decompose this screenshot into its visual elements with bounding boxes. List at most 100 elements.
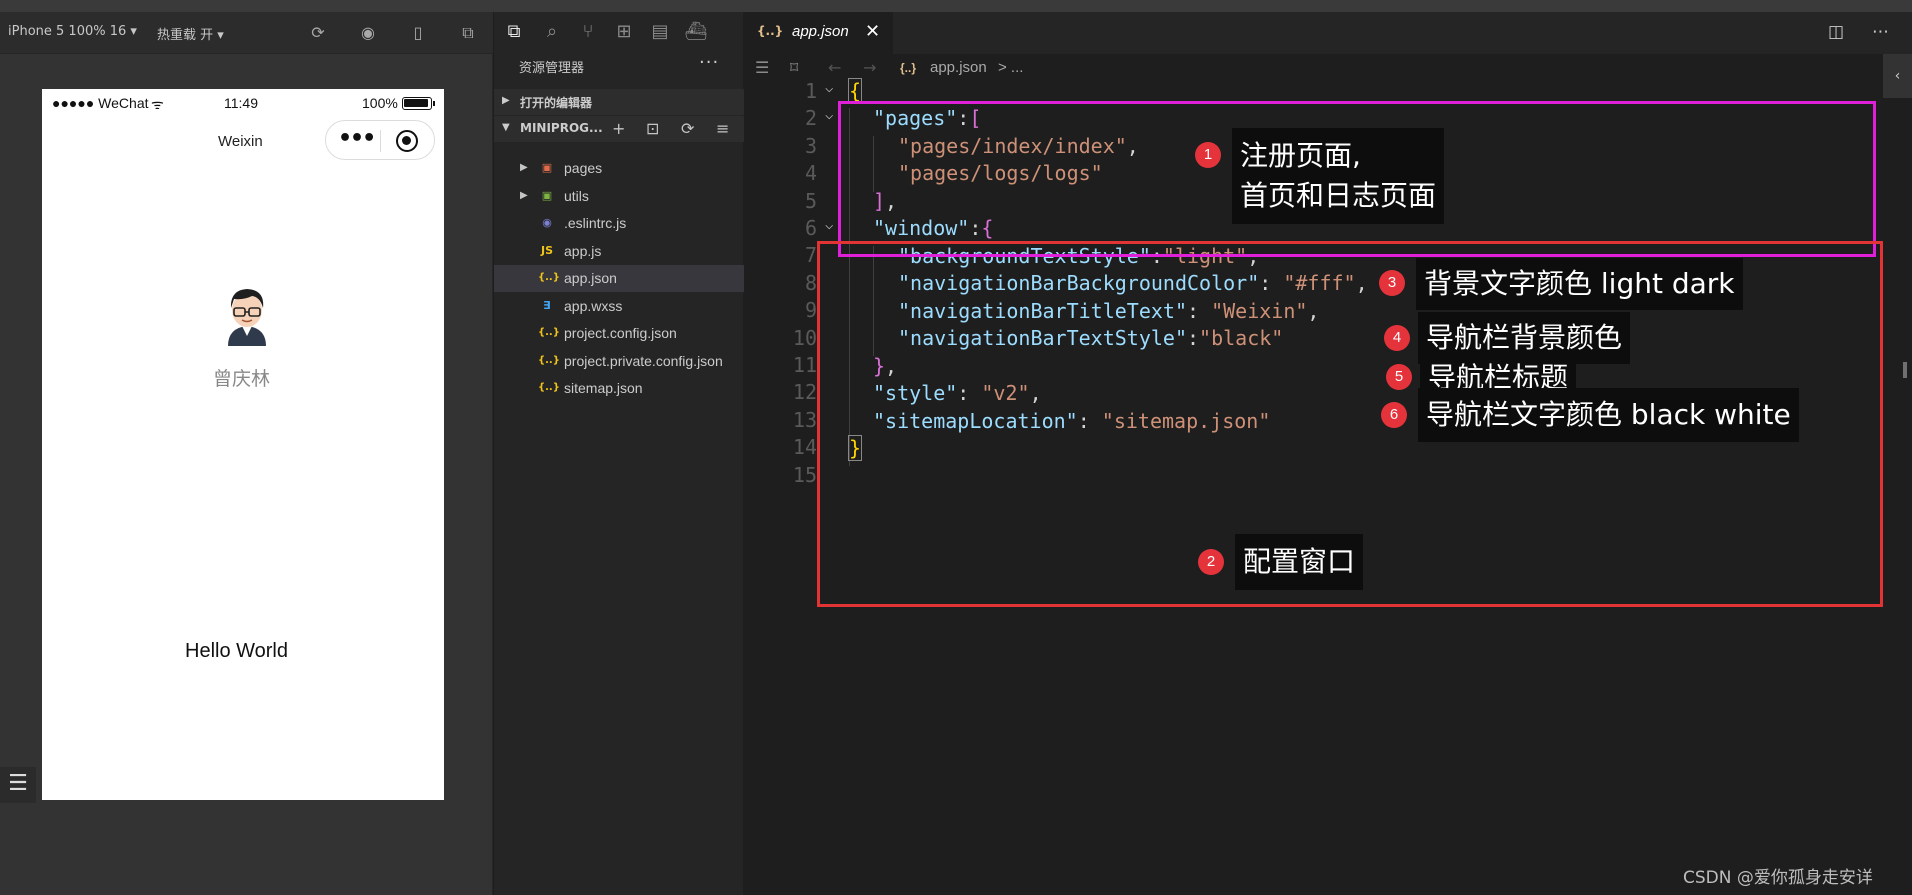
tab-app-json[interactable]: {..} app.json ✕ [745,12,893,54]
note-nav-text: 导航栏文字颜色 black white [1418,388,1799,442]
capsule-divider [380,130,381,152]
explorer-title: 资源管理器 [519,61,585,76]
file-name: app.js [564,242,602,259]
breadcrumb-rest[interactable]: > ... [998,59,1023,76]
avatar[interactable] [222,284,272,346]
tab-bar: {..} app.json ✕ ◫ ⋯ [745,12,1912,54]
file-item[interactable]: {..} project.config.json [494,320,744,347]
carrier-label: ●●●●● WeChat [52,95,149,111]
file-item[interactable]: {..} app.json [494,265,744,292]
search-icon[interactable]: ⌕ [540,20,564,44]
menu-capsule[interactable]: ••• [325,120,435,160]
note-text-style: 背景文字颜色 light dark [1416,258,1743,310]
new-folder-icon[interactable]: ⊡ [646,119,659,138]
file-name: project.private.config.json [564,352,723,369]
file-item[interactable]: ∃ app.wxss [494,293,744,320]
nav-title: Weixin [218,133,263,150]
phone-screen: ●●●●● WeChat ᯤ 11:49 100% Weixin ••• 曾庆林… [42,89,444,800]
json-icon: {..} [538,382,560,393]
window-icon[interactable]: ⧉ [458,23,478,43]
eslint-icon: ◉ [542,216,552,229]
wifi-icon: ᯤ [151,96,164,112]
hot-reload-toggle[interactable]: 热重载 开 ▾ [157,24,224,43]
file-name: pages [564,160,603,176]
file-name: sitemap.json [564,380,643,396]
badge-5: 5 [1386,364,1412,390]
breadcrumb-file[interactable]: app.json [930,59,987,76]
chevron-right-icon[interactable]: ▶ [520,162,528,173]
file-item[interactable]: {..} project.private.config.json [494,348,744,375]
battery-icon [402,97,435,110]
new-file-icon[interactable]: + [612,119,625,138]
chevron-right-icon[interactable]: ▶ [520,190,528,201]
list-icon[interactable]: ☰ [0,767,36,803]
close-icon[interactable]: ✕ [865,21,880,42]
line-number: 14 [792,435,817,460]
scrollbar-thumb[interactable] [1903,362,1907,378]
menu-strip [0,0,1912,12]
project-section[interactable]: ▼ MINIPROG... + ⊡ ⟳ ≡ [494,116,744,142]
split-editor-icon[interactable]: ◫ [1828,22,1844,42]
files-icon[interactable]: ⧉ [502,20,526,44]
file-item[interactable]: ◉ .eslintrc.js [494,210,744,237]
fold-icon[interactable]: ⌵ [825,217,833,233]
layout-icon[interactable]: ▤ [648,20,672,44]
file-item[interactable]: ▶ ▣ utils [494,183,744,210]
close-target-icon[interactable] [396,130,418,152]
more-icon[interactable]: ··· [699,52,719,73]
json-icon: {..} [538,354,560,366]
line-number: 13 [792,407,817,432]
user-name: 曾庆林 [213,368,271,390]
open-editors-label: 打开的编辑器 [520,96,593,110]
file-name: utils [564,187,589,204]
line-number: 1 [804,79,817,103]
json-icon: {..} [538,272,560,283]
file-name: app.json [564,270,617,286]
note-window: 配置窗口 [1235,534,1364,590]
badge-3: 3 [1379,270,1405,296]
file-name: project.config.json [564,325,677,341]
badge-2: 2 [1198,549,1224,575]
watermark: CSDN @爱你孤身走安详 [1683,868,1873,888]
activity-bar: ⧉ ⌕ ⑂ ⊞ ▤ ⛴ [494,12,744,52]
note-pages: 注册页面, 首页和日志页面 [1232,128,1445,224]
open-editors-section[interactable]: ▶ 打开的编辑器 [494,89,744,115]
bookmark-icon[interactable]: ⌑ [790,58,798,77]
refresh-icon[interactable]: ⟳ [681,119,694,138]
collapse-all-icon[interactable]: ≡ [716,119,729,138]
extensions-icon[interactable]: ⊞ [612,20,636,44]
folder-red-icon: ▣ [541,161,553,174]
file-item[interactable]: {..} sitemap.json [494,375,744,402]
folder-green-icon: ▣ [541,188,553,202]
badge-1: 1 [1195,142,1221,168]
docker-icon[interactable]: ⛴ [684,20,708,44]
file-name: .eslintrc.js [564,215,627,231]
back-arrow-icon[interactable]: ← [828,58,841,77]
fold-icon[interactable]: ⌵ [825,80,833,96]
source-control-icon[interactable]: ⑂ [576,20,600,44]
line-number: 8 [804,270,817,295]
stop-icon[interactable]: ◉ [358,23,378,43]
line-number: 2 [804,106,817,131]
code-line-1: { [847,78,863,104]
more-actions-icon[interactable]: ⋯ [1872,22,1889,42]
more-dots-icon[interactable]: ••• [338,127,376,151]
line-number: 5 [804,188,817,213]
line-number: 4 [804,161,817,186]
file-item[interactable]: ▶ ▣ pages [494,155,744,182]
phone-icon[interactable]: ▯ [408,23,428,43]
simulator-panel: iPhone 5 100% 16 ▾ 热重载 开 ▾ ⟳ ◉ ▯ ⧉ ●●●●●… [0,12,493,895]
battery-percent: 100% [362,95,398,111]
json-icon: {..} [538,327,560,338]
device-select[interactable]: iPhone 5 100% 16 ▾ [8,24,137,39]
line-number: 12 [792,380,817,405]
fold-icon[interactable]: ⌵ [825,107,833,123]
line-number: 3 [804,133,817,158]
outline-icon[interactable]: ☰ [755,58,769,77]
file-item[interactable]: JS app.js [494,238,744,265]
json-icon: {..} [900,61,917,75]
refresh-icon[interactable]: ⟳ [308,23,328,43]
forward-arrow-icon[interactable]: → [863,58,876,77]
explorer-panel: ⧉ ⌕ ⑂ ⊞ ▤ ⛴ 资源管理器 ··· ▶ 打开的编辑器 ▼ MINIPRO… [494,12,744,895]
file-name: app.wxss [564,297,623,314]
